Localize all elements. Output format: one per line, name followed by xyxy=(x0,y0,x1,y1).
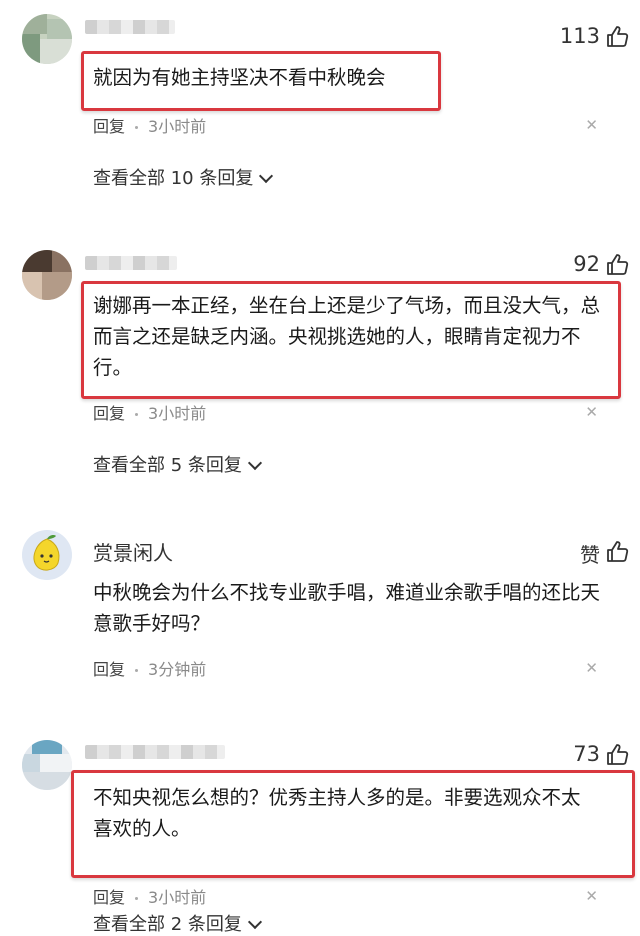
like-count: 113 xyxy=(559,24,600,48)
blurred-avatar-image xyxy=(22,740,72,790)
thumbs-up-icon[interactable] xyxy=(606,253,630,277)
chevron-down-icon xyxy=(247,914,262,930)
close-icon[interactable]: ✕ xyxy=(585,116,598,134)
like-count: 73 xyxy=(573,742,600,766)
view-all-label: 查看全部 2 条回复 xyxy=(93,914,242,935)
separator-dot xyxy=(135,669,139,672)
reply-button[interactable]: 回复 xyxy=(93,660,125,679)
avatar[interactable] xyxy=(22,530,72,580)
view-all-replies[interactable]: 查看全部 10 条回复 xyxy=(93,164,274,190)
comment-text: 中秋晚会为什么不找专业歌手唱，难道业余歌手唱的还比天意歌手好吗？ xyxy=(93,581,601,635)
close-icon[interactable]: ✕ xyxy=(585,887,598,905)
view-all-replies[interactable]: 查看全部 2 条回复 xyxy=(93,910,262,936)
like-count: 92 xyxy=(573,252,600,276)
view-all-label: 查看全部 10 条回复 xyxy=(93,168,254,189)
blurred-username[interactable] xyxy=(85,745,225,759)
comment-time: 3小时前 xyxy=(148,117,207,136)
blurred-avatar-image xyxy=(22,250,72,300)
blurred-username[interactable] xyxy=(85,256,177,270)
reply-button[interactable]: 回复 xyxy=(93,404,125,423)
comment-meta: 回复 3分钟前 xyxy=(93,656,206,680)
view-all-replies[interactable]: 查看全部 5 条回复 xyxy=(93,451,262,477)
reply-button[interactable]: 回复 xyxy=(93,117,125,136)
avatar[interactable] xyxy=(22,14,72,64)
highlight-box xyxy=(81,281,621,399)
separator-dot xyxy=(135,897,139,900)
comment-meta: 回复 3小时前 xyxy=(93,884,206,908)
highlight-box xyxy=(71,770,635,878)
blurred-avatar-image xyxy=(22,14,72,64)
thumbs-up-icon[interactable] xyxy=(606,25,630,49)
close-icon[interactable]: ✕ xyxy=(585,403,598,421)
comment-time: 3小时前 xyxy=(148,404,207,423)
view-all-label: 查看全部 5 条回复 xyxy=(93,455,242,476)
chevron-down-icon xyxy=(247,455,262,471)
comment-meta: 回复 3小时前 xyxy=(93,113,206,137)
thumbs-up-icon[interactable] xyxy=(606,743,630,767)
highlight-box xyxy=(81,51,441,111)
blurred-username[interactable] xyxy=(85,20,175,34)
chevron-down-icon xyxy=(259,168,274,184)
avatar[interactable] xyxy=(22,740,72,790)
thumbs-up-icon[interactable] xyxy=(606,540,630,564)
reply-button[interactable]: 回复 xyxy=(93,888,125,907)
lemon-avatar-image xyxy=(22,530,72,580)
comment-meta: 回复 3小时前 xyxy=(93,400,206,424)
username[interactable]: 赏景闲人 xyxy=(93,537,173,566)
close-icon[interactable]: ✕ xyxy=(585,659,598,677)
avatar[interactable] xyxy=(22,250,72,300)
comment-time: 3小时前 xyxy=(148,888,207,907)
like-label: 赞 xyxy=(580,543,600,567)
separator-dot xyxy=(135,413,139,416)
comment-time: 3分钟前 xyxy=(148,660,207,679)
separator-dot xyxy=(135,126,139,129)
